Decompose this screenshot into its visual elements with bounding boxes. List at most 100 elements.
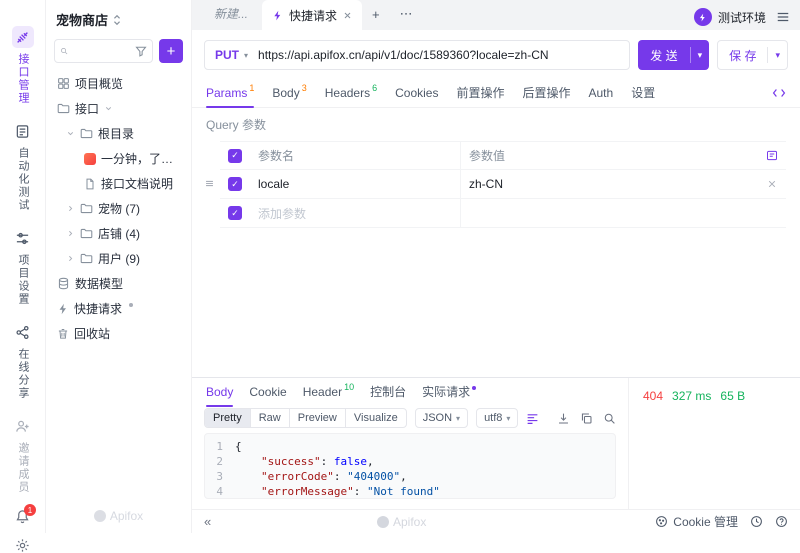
- environment-selector[interactable]: 测试环境: [694, 8, 766, 26]
- download-icon[interactable]: [557, 412, 570, 425]
- sidebar-item-recycle-bin[interactable]: 回收站: [54, 321, 183, 346]
- tab-settings[interactable]: 设置: [631, 78, 655, 108]
- chevron-down-icon[interactable]: ▾: [691, 50, 710, 61]
- row-action-cell: [758, 179, 786, 189]
- drag-handle-icon[interactable]: [204, 178, 215, 189]
- param-value-cell[interactable]: zh-CN: [460, 170, 758, 198]
- send-button[interactable]: 发 送 ▾: [638, 40, 709, 70]
- method-select[interactable]: PUT ▾: [205, 48, 258, 62]
- settings-button[interactable]: [15, 538, 30, 553]
- apifox-app: 接口管理 自动化测试 项目设置 在线分享 邀请成员: [0, 0, 800, 533]
- tab-more-button[interactable]: ⋯: [390, 6, 423, 30]
- rail-item-online-share[interactable]: 在线分享: [12, 321, 34, 400]
- row-checkbox[interactable]: [228, 206, 242, 220]
- save-button[interactable]: 保 存 ▾: [717, 40, 788, 70]
- rail-label: 自动化测试: [17, 147, 28, 212]
- cookie-manager-button[interactable]: Cookie 管理: [655, 513, 738, 530]
- sidebar-item-overview[interactable]: 项目概览: [54, 71, 183, 96]
- charset-select[interactable]: utf8▾: [476, 408, 518, 428]
- row-checkbox[interactable]: [228, 177, 242, 191]
- mode-visualize[interactable]: Visualize: [346, 409, 406, 427]
- bulk-edit-icon[interactable]: [766, 149, 778, 162]
- language-value: JSON: [423, 412, 452, 424]
- apifox-guide-icon: [84, 153, 96, 165]
- rail-item-project-settings[interactable]: 项目设置: [12, 227, 34, 306]
- response-tab-actual-request[interactable]: 实际请求: [422, 377, 476, 407]
- tab-pre-processors[interactable]: 前置操作: [456, 78, 504, 108]
- tree-item-label: 宠物 (7): [98, 200, 140, 217]
- response-tabs: Body Cookie Header10 控制台 实际请求: [192, 378, 628, 405]
- copy-icon[interactable]: [580, 412, 593, 425]
- tab-params[interactable]: Params1: [206, 78, 254, 108]
- mode-pretty[interactable]: Pretty: [205, 409, 251, 427]
- collapse-sidebar-button[interactable]: «: [204, 514, 211, 529]
- tab-quick-request[interactable]: 快捷请求: [262, 0, 362, 30]
- select-all-checkbox[interactable]: [228, 149, 242, 163]
- format-icon[interactable]: [526, 412, 539, 425]
- response-time: 327 ms: [672, 389, 711, 403]
- tab-cookies[interactable]: Cookies: [395, 78, 438, 108]
- chevron-right-icon[interactable]: [66, 229, 75, 238]
- tab-count: 10: [344, 382, 354, 392]
- response-tab-cookie[interactable]: Cookie: [249, 377, 286, 407]
- tab-headers[interactable]: Headers6: [325, 78, 377, 108]
- tab-label: Params: [206, 86, 247, 100]
- help-icon[interactable]: [775, 515, 788, 528]
- filter-icon[interactable]: [135, 45, 147, 57]
- history-icon[interactable]: [750, 515, 763, 528]
- chevron-right-icon[interactable]: [66, 204, 75, 213]
- tree-item-pets-folder[interactable]: 宠物 (7): [54, 196, 183, 221]
- rail-item-api-management[interactable]: 接口管理: [12, 26, 34, 105]
- tab-auth[interactable]: Auth: [589, 78, 614, 108]
- code-text: "errorCode": "404000",: [235, 469, 407, 484]
- response-stats: 404 327 ms 65 B: [629, 378, 800, 509]
- response-tab-body[interactable]: Body: [206, 377, 233, 407]
- close-icon[interactable]: [343, 11, 352, 20]
- chevron-down-icon[interactable]: ▾: [768, 50, 787, 61]
- rail-item-invite-members[interactable]: 邀请成员: [12, 415, 34, 494]
- tree-item-label: 根目录: [98, 125, 134, 142]
- add-param-placeholder[interactable]: 添加参数: [250, 205, 460, 222]
- sidebar-item-data-models[interactable]: 数据模型: [54, 271, 183, 296]
- tab-new[interactable]: 新建...: [200, 5, 262, 30]
- mode-raw[interactable]: Raw: [251, 409, 290, 427]
- project-switcher[interactable]: 宠物商店: [54, 10, 183, 39]
- query-params-section: Query 参数 参数名 参数值 locale zh-CN: [192, 108, 800, 228]
- tree-item-label: 店铺 (4): [98, 225, 140, 242]
- delete-row-icon[interactable]: [767, 179, 777, 189]
- param-name-cell[interactable]: locale: [250, 177, 460, 191]
- tree-item-shop-folder[interactable]: 店铺 (4): [54, 221, 183, 246]
- response-tab-console[interactable]: 控制台: [370, 377, 406, 407]
- response-size: 65 B: [720, 389, 745, 403]
- database-icon: [57, 277, 70, 290]
- language-select[interactable]: JSON▾: [415, 408, 468, 428]
- tree-item-api-doc-notes[interactable]: 接口文档说明: [54, 171, 183, 196]
- tab-body[interactable]: Body3: [272, 78, 306, 108]
- response-panel: Body Cookie Header10 控制台 实际请求 Pretty Raw…: [192, 377, 800, 509]
- status-code: 404: [643, 389, 663, 403]
- add-button[interactable]: +: [159, 39, 183, 63]
- tree-item-root-folder[interactable]: 根目录: [54, 121, 183, 146]
- search-icon[interactable]: [603, 412, 616, 425]
- tree-item-guide-doc[interactable]: 一分钟，了解 Apifox!: [54, 146, 183, 171]
- tree-item-users-folder[interactable]: 用户 (9): [54, 246, 183, 271]
- param-add-row[interactable]: 添加参数: [220, 199, 786, 228]
- mode-preview[interactable]: Preview: [290, 409, 346, 427]
- response-tab-header[interactable]: Header10: [303, 377, 354, 407]
- bolt-icon: [698, 13, 707, 22]
- chevron-down-icon[interactable]: [104, 104, 113, 113]
- sidebar-section-api[interactable]: 接口: [54, 96, 183, 121]
- sidebar-item-label: 回收站: [74, 325, 110, 342]
- rail-item-auto-test[interactable]: 自动化测试: [12, 120, 34, 212]
- param-value-cell[interactable]: [460, 199, 758, 227]
- menu-icon[interactable]: [776, 10, 790, 24]
- chevron-right-icon[interactable]: [66, 254, 75, 263]
- search-input[interactable]: [72, 44, 131, 58]
- code-view-icon[interactable]: [772, 86, 786, 100]
- url-input[interactable]: [258, 48, 629, 62]
- chevron-down-icon[interactable]: [66, 129, 75, 138]
- sidebar-item-quick-request[interactable]: 快捷请求: [54, 296, 183, 321]
- new-tab-button[interactable]: +: [362, 7, 390, 30]
- notifications-button[interactable]: 1: [15, 509, 30, 524]
- tab-post-processors[interactable]: 后置操作: [522, 78, 570, 108]
